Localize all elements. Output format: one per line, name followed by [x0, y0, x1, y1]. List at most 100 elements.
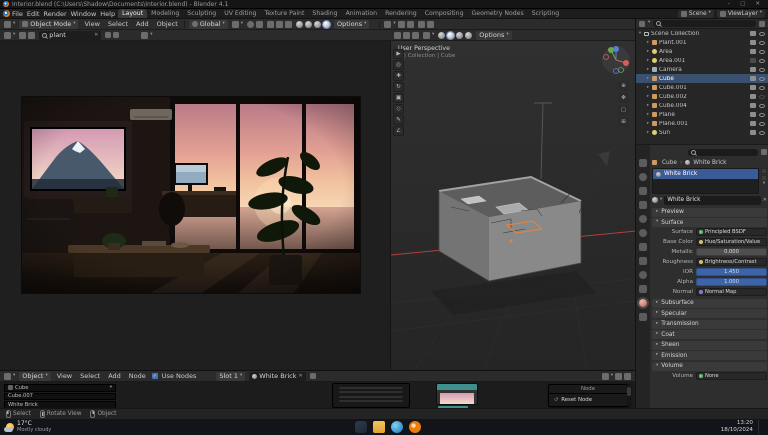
navigation-gizmo[interactable] — [601, 45, 631, 79]
rendered-shading-icon[interactable] — [465, 31, 473, 39]
outliner-row[interactable]: ▸ Plant.001 — [636, 38, 768, 47]
menu-render[interactable]: Render — [41, 10, 68, 18]
breadcrumb-material[interactable]: White Brick — [693, 160, 726, 166]
section-volume[interactable]: ▾ Volume — [652, 361, 767, 371]
wireframe-shading-icon[interactable] — [438, 31, 446, 39]
render-visibility-icon[interactable] — [750, 112, 756, 117]
material-preview-icon[interactable] — [456, 31, 464, 39]
workspace-tab-geometry-nodes[interactable]: Geometry Nodes — [468, 9, 528, 18]
pin-icon[interactable] — [309, 373, 316, 379]
workspace-tab-animation[interactable]: Animation — [342, 9, 382, 18]
section-emission[interactable]: ▸ Emission — [652, 351, 767, 360]
window-close-button[interactable]: ✕ — [750, 1, 765, 7]
image-datablock-selector[interactable]: plant ✕ — [39, 30, 102, 40]
open-dropdown-menu[interactable] — [332, 383, 410, 408]
editor-type-button[interactable]: ▾ — [4, 31, 15, 39]
filter-icon[interactable] — [759, 20, 765, 27]
viewport2-toolbar[interactable] — [394, 31, 419, 39]
scale-tool[interactable]: ▣ — [393, 93, 404, 103]
menu-select[interactable]: Select — [106, 20, 130, 28]
use-nodes-checkbox[interactable]: ✓ Use Nodes — [151, 372, 199, 380]
rendered-shading-icon[interactable] — [323, 20, 331, 28]
viewport2-shading-modes[interactable] — [438, 31, 473, 39]
workspace-tab-modeling[interactable]: Modeling — [147, 9, 183, 18]
blender-logo-icon[interactable] — [3, 10, 10, 17]
camera-view-icon[interactable]: ▢ — [618, 105, 629, 115]
menu-add[interactable]: Add — [134, 20, 151, 28]
hide-viewport-icon[interactable] — [759, 85, 765, 90]
workspace-tab-sculpting[interactable]: Sculpting — [183, 9, 220, 18]
context-menu-item-reset-node[interactable]: ↺ Reset Node — [549, 394, 627, 405]
workspace-tab-scripting[interactable]: Scripting — [528, 9, 564, 18]
section-coat[interactable]: ▸ Coat — [652, 330, 767, 339]
outliner-row[interactable]: ▸ Area — [636, 47, 768, 56]
move-tool[interactable]: ✚ — [393, 71, 404, 81]
outliner-row[interactable]: ▸ Sun — [636, 128, 768, 137]
window-titlebar[interactable]: Interior.blend (C:\Users\Shadow\Document… — [0, 0, 768, 9]
ortho-toggle-icon[interactable]: ⊞ — [618, 117, 629, 127]
task-view-icon[interactable] — [355, 421, 367, 433]
render-visibility-icon[interactable] — [750, 130, 756, 135]
image-texture-node[interactable] — [436, 383, 478, 405]
surface-shader-button[interactable]: Principled BSDF — [696, 228, 767, 236]
alpha-slider[interactable]: 1.000 — [696, 278, 767, 286]
outliner-row[interactable]: ▾ Scene Collection — [636, 29, 768, 38]
scene-selector[interactable]: Scene ▾ — [677, 9, 714, 18]
section-surface[interactable]: ▾ Surface — [652, 218, 767, 227]
material-datablock[interactable]: White Brick ✕ — [249, 371, 306, 381]
hide-viewport-icon[interactable] — [759, 112, 765, 117]
paint-mode-icons[interactable] — [19, 31, 36, 39]
unlink-material-icon[interactable]: ✕ — [763, 197, 767, 203]
render-visibility-icon[interactable] — [750, 40, 756, 45]
workspace-tab-texture-paint[interactable]: Texture Paint — [260, 9, 308, 18]
section-sheen[interactable]: ▸ Sheen — [652, 340, 767, 350]
shader-snap-controls[interactable]: ▾ — [601, 372, 631, 380]
tab-physics[interactable] — [639, 271, 647, 279]
outliner-row[interactable]: ▸ Camera — [636, 65, 768, 74]
solid-shading-icon[interactable] — [305, 20, 313, 28]
blender-taskbar-icon[interactable] — [409, 421, 421, 433]
menu-object[interactable]: Object — [155, 20, 180, 28]
gizmo-overlay-toggles[interactable] — [267, 20, 293, 28]
outliner-editor-icon[interactable] — [639, 20, 645, 27]
image-editor-area[interactable] — [0, 41, 390, 370]
annotate-tool[interactable]: ✎ — [393, 115, 404, 125]
slot-dropdown[interactable]: Slot 1 ▾ — [216, 371, 246, 381]
render-visibility-icon[interactable] — [750, 121, 756, 126]
outliner-row[interactable]: ▸ Area.001 — [636, 56, 768, 65]
add-slot-button[interactable] — [761, 168, 767, 174]
window-minimize-button[interactable]: – — [722, 1, 735, 7]
normal-node-button[interactable]: Normal Map — [696, 288, 767, 296]
ior-slider[interactable]: 1.450 — [696, 268, 767, 276]
filter-icon[interactable] — [761, 149, 767, 155]
outliner-search-input[interactable] — [653, 20, 756, 27]
hide-viewport-icon[interactable] — [759, 67, 765, 72]
solid-shading-icon[interactable] — [447, 31, 455, 39]
hide-viewport-icon[interactable] — [759, 58, 765, 63]
show-desktop-button[interactable] — [758, 420, 762, 434]
properties-search-input[interactable] — [688, 148, 758, 156]
browser-icon[interactable] — [391, 421, 403, 433]
select-box-tool[interactable]: ▶ — [393, 49, 404, 59]
section-transmission[interactable]: ▸ Transmission — [652, 319, 767, 329]
tab-material[interactable] — [639, 299, 647, 307]
hide-viewport-icon[interactable] — [759, 40, 765, 45]
slot-specials-icon[interactable]: ▾ — [761, 181, 767, 187]
hide-viewport-icon[interactable] — [759, 103, 765, 108]
outliner-row[interactable]: ▸ Cube.001 — [636, 83, 768, 92]
outliner-row-selected[interactable]: ▸ Cube — [636, 74, 768, 83]
editor-type-button[interactable]: ▾ — [4, 20, 15, 28]
menu-add[interactable]: Add — [106, 372, 123, 380]
tab-view-layer[interactable] — [639, 201, 647, 209]
editor-type-button[interactable]: ▾ — [4, 372, 15, 380]
hide-viewport-icon[interactable] — [759, 49, 765, 54]
hide-viewport-icon[interactable] — [759, 31, 765, 36]
pan-icon[interactable]: ✥ — [618, 93, 629, 103]
hide-viewport-icon[interactable] — [759, 121, 765, 126]
outliner-row[interactable]: ▸ Plane — [636, 110, 768, 119]
snapping-controls[interactable]: ▾ — [231, 20, 243, 28]
path-object-data[interactable]: Cube.007 — [4, 392, 116, 400]
window-maximize-button[interactable]: ▢ — [735, 1, 750, 7]
scrollbar[interactable] — [627, 384, 631, 406]
section-subsurface[interactable]: ▸ Subsurface — [652, 298, 767, 308]
